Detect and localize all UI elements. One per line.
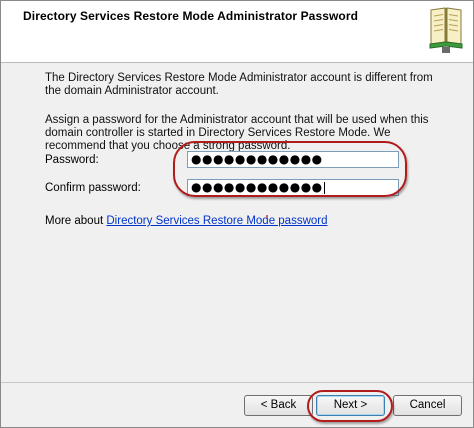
wizard-footer: < Back Next > Cancel xyxy=(1,382,473,428)
annotation-speck xyxy=(266,215,268,218)
password-label: Password: xyxy=(45,154,99,166)
annotation-circle-next xyxy=(307,390,393,422)
annotation-circle-fields xyxy=(173,141,407,197)
wizard-window: Directory Services Restore Mode Administ… xyxy=(0,0,474,428)
cancel-button[interactable]: Cancel xyxy=(393,395,462,416)
book-icon xyxy=(429,7,463,53)
more-about-prefix: More about xyxy=(45,215,107,227)
page-title: Directory Services Restore Mode Administ… xyxy=(23,9,359,23)
more-about: More about Directory Services Restore Mo… xyxy=(45,215,328,227)
description-account: The Directory Services Restore Mode Admi… xyxy=(45,72,433,97)
wizard-content: The Directory Services Restore Mode Admi… xyxy=(1,63,473,383)
wizard-header: Directory Services Restore Mode Administ… xyxy=(1,1,473,63)
confirm-password-label: Confirm password: xyxy=(45,182,141,194)
dsrm-password-help-link[interactable]: Directory Services Restore Mode password xyxy=(106,215,327,227)
back-button[interactable]: < Back xyxy=(244,395,313,416)
